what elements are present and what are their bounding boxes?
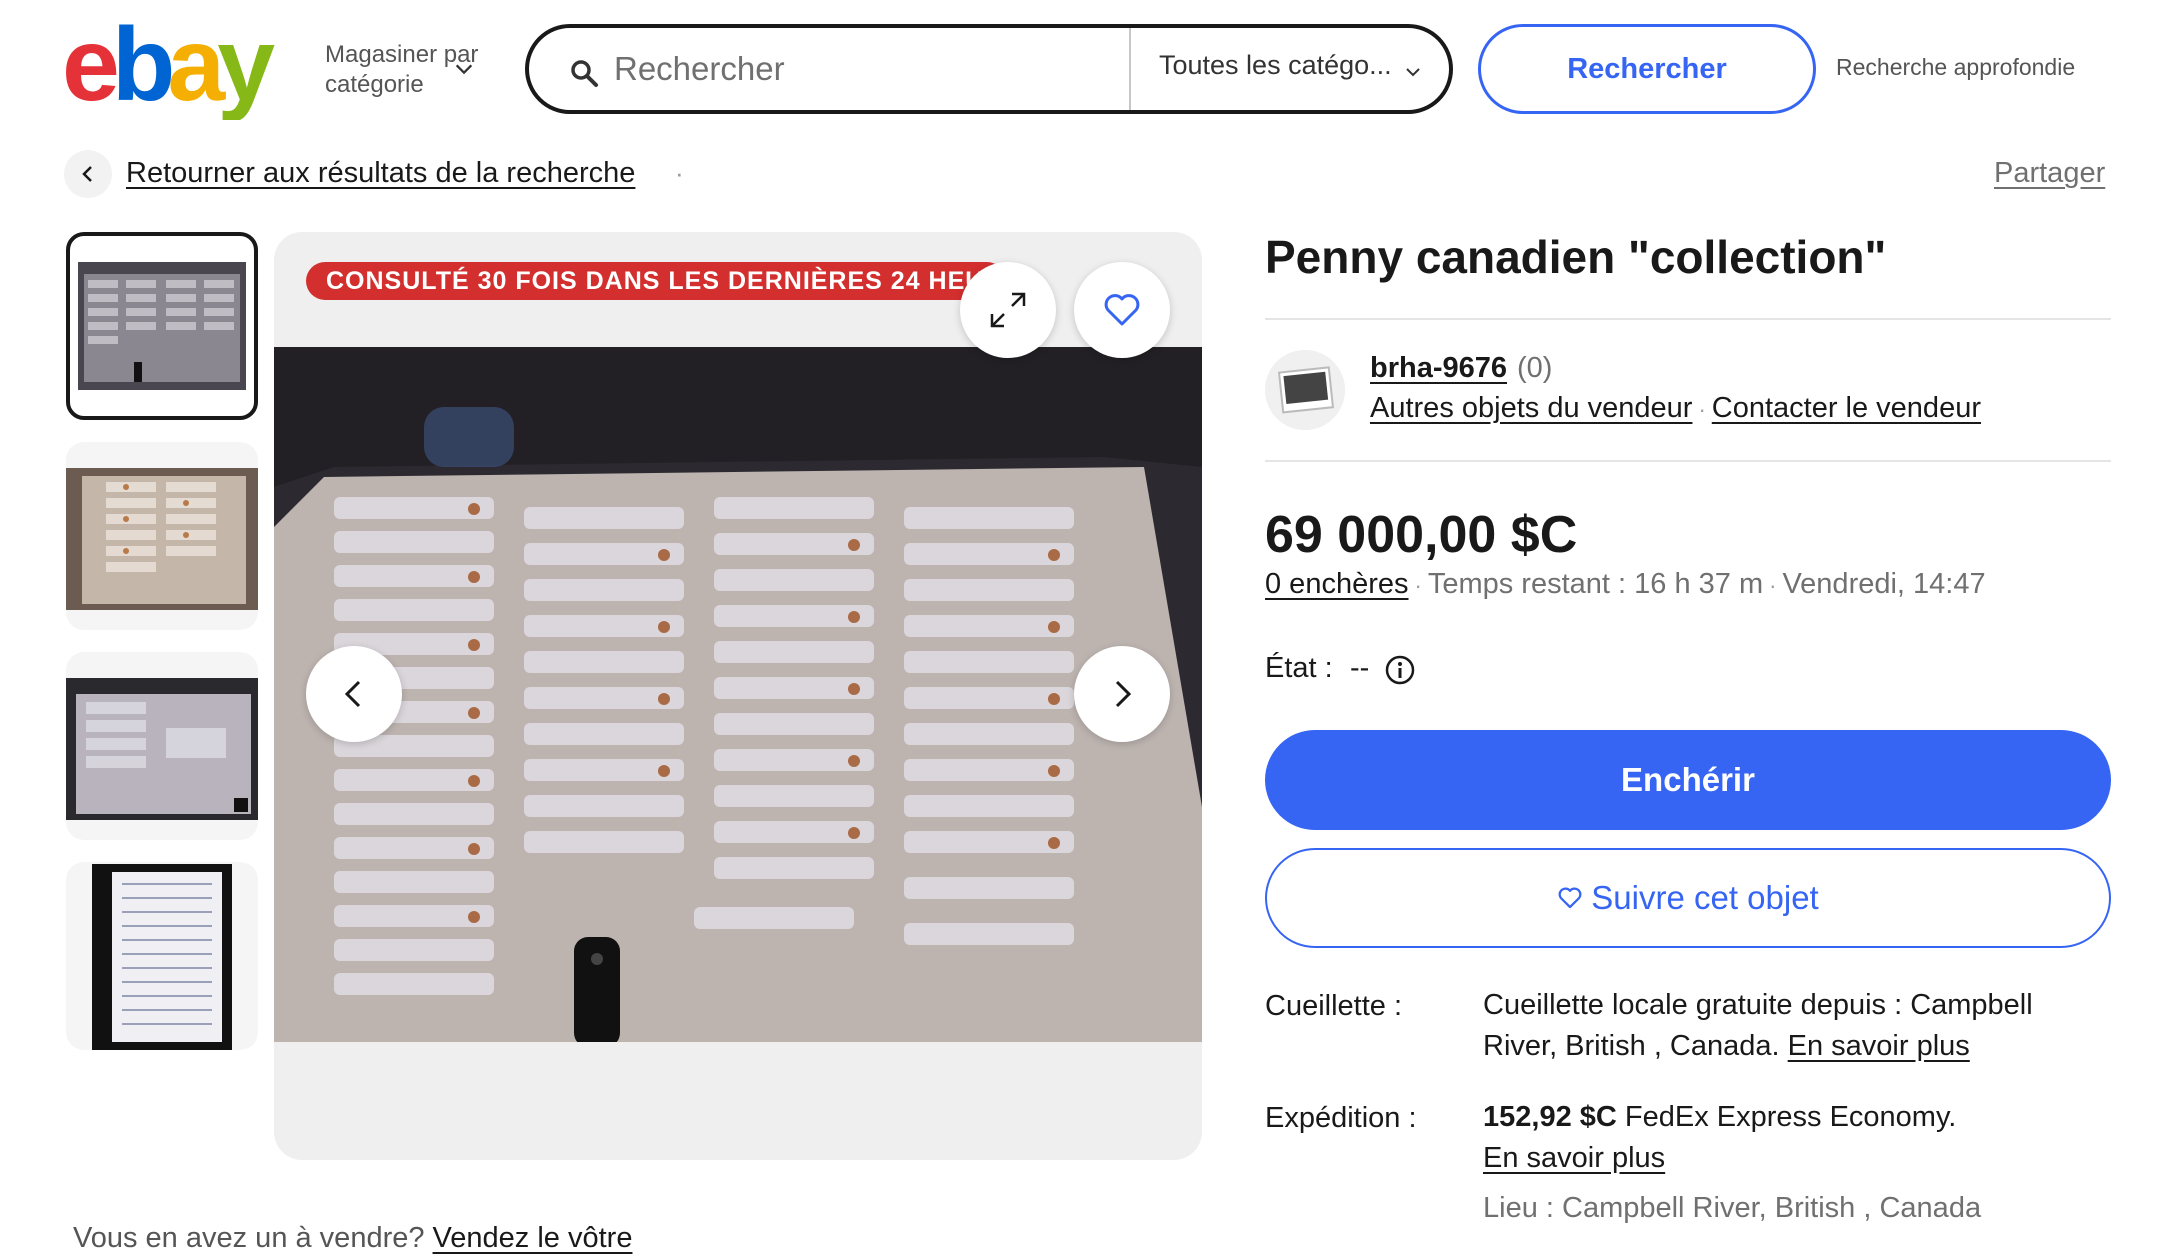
chevron-down-icon bbox=[455, 64, 473, 75]
advanced-search-link[interactable]: Recherche approfondie bbox=[1836, 54, 2075, 81]
thumbnail-3[interactable] bbox=[66, 652, 258, 840]
ebay-logo[interactable]: ebay bbox=[62, 7, 302, 123]
divider bbox=[1265, 460, 2111, 462]
thumbnail-image bbox=[66, 678, 258, 820]
chevron-left-icon bbox=[82, 166, 92, 182]
thumbnail-image bbox=[78, 262, 246, 390]
category-select[interactable]: Toutes les catégo... bbox=[1159, 50, 1392, 81]
breadcrumb-separator: · bbox=[675, 158, 684, 188]
seller-avatar-image bbox=[1265, 350, 1345, 430]
item-location: Lieu : Campbell River, British , Canada bbox=[1483, 1192, 1982, 1224]
thumbnail-4[interactable] bbox=[66, 862, 258, 1050]
shipping-details: 152,92 $C FedEx Express Economy. En savo… bbox=[1483, 1097, 2103, 1179]
info-icon[interactable] bbox=[1384, 654, 1416, 686]
sell-one-prompt: Vous en avez un à vendre? Vendez le vôtr… bbox=[73, 1222, 632, 1255]
item-price: 69 000,00 $C bbox=[1265, 506, 1578, 564]
bids-count-link[interactable]: 0 enchères bbox=[1265, 568, 1409, 600]
sell-prompt-text: Vous en avez un à vendre? bbox=[73, 1222, 425, 1254]
chevron-down-icon bbox=[1406, 68, 1420, 77]
watch-item-label: Suivre cet objet bbox=[1591, 879, 1819, 916]
sell-yours-link[interactable]: Vendez le vôtre bbox=[433, 1222, 633, 1254]
place-bid-button[interactable]: Enchérir bbox=[1265, 730, 2111, 830]
thumbnail-image bbox=[66, 468, 258, 610]
thumbnail-1[interactable] bbox=[66, 232, 258, 420]
views-badge: CONSULTÉ 30 FOIS DANS LES DERNIÈRES 24 H… bbox=[306, 262, 1006, 300]
chevron-left-icon bbox=[344, 680, 361, 708]
pickup-details: Cueillette locale gratuite depuis : Camp… bbox=[1483, 985, 2103, 1067]
search-icon bbox=[571, 60, 598, 87]
separator-dot: · bbox=[1769, 573, 1777, 598]
separator-dot: · bbox=[1414, 573, 1422, 598]
heart-icon bbox=[1558, 887, 1582, 909]
heart-icon bbox=[1104, 294, 1140, 326]
item-title: Penny canadien "collection" bbox=[1265, 231, 1887, 283]
shipping-label: Expédition : bbox=[1265, 1102, 1417, 1134]
condition-label: État : bbox=[1265, 652, 1333, 684]
seller-feedback-count: (0) bbox=[1517, 352, 1553, 384]
watch-item-button[interactable]: Suivre cet objet bbox=[1265, 848, 2111, 948]
separator-dot: · bbox=[1698, 397, 1706, 422]
chevron-right-icon bbox=[1115, 680, 1132, 708]
expand-button[interactable] bbox=[960, 262, 1056, 358]
share-link[interactable]: Partager bbox=[1994, 157, 2105, 190]
condition-value: -- bbox=[1350, 652, 1370, 684]
contact-seller-link[interactable]: Contacter le vendeur bbox=[1712, 392, 1981, 424]
shipping-price: 152,92 $C bbox=[1483, 1101, 1617, 1133]
shipping-learn-more-link[interactable]: En savoir plus bbox=[1483, 1142, 1665, 1174]
thumbnail-image bbox=[92, 864, 232, 1050]
seller-links: Autres objets du vendeur · Contacter le ve… bbox=[1370, 392, 1981, 425]
watch-heart-button[interactable] bbox=[1074, 262, 1170, 358]
end-time: Vendredi, 14:47 bbox=[1782, 568, 1986, 600]
back-to-results-link[interactable]: Retourner aux résultats de la recherche bbox=[126, 157, 635, 190]
expand-icon bbox=[990, 292, 1026, 328]
pickup-label: Cueillette : bbox=[1265, 990, 1403, 1022]
shipping-service: FedEx Express Economy. bbox=[1624, 1101, 1957, 1133]
svg-text:ebay: ebay bbox=[62, 20, 275, 120]
other-items-link[interactable]: Autres objets du vendeur bbox=[1370, 392, 1692, 424]
divider bbox=[1265, 318, 2111, 320]
image-gallery bbox=[274, 232, 1202, 1160]
seller-avatar[interactable] bbox=[1265, 350, 1345, 430]
main-product-image[interactable] bbox=[274, 347, 1202, 1042]
pickup-learn-more-link[interactable]: En savoir plus bbox=[1788, 1030, 1970, 1062]
time-left: Temps restant : 16 h 37 m bbox=[1427, 568, 1764, 600]
seller-name-link[interactable]: brha-9676 bbox=[1370, 352, 1507, 385]
search-input[interactable] bbox=[614, 36, 1134, 102]
search-divider bbox=[1129, 28, 1131, 110]
search-button[interactable]: Rechercher bbox=[1478, 24, 1816, 114]
previous-image-button[interactable] bbox=[306, 646, 402, 742]
shop-by-category-button[interactable]: Magasiner par catégorie bbox=[325, 40, 500, 100]
next-image-button[interactable] bbox=[1074, 646, 1170, 742]
search-bar: Toutes les catégo... bbox=[525, 24, 1453, 114]
thumbnail-2[interactable] bbox=[66, 442, 258, 630]
back-button[interactable] bbox=[64, 150, 112, 198]
bid-info: 0 enchères · Temps restant : 16 h 37 m · Ven… bbox=[1265, 568, 1986, 601]
